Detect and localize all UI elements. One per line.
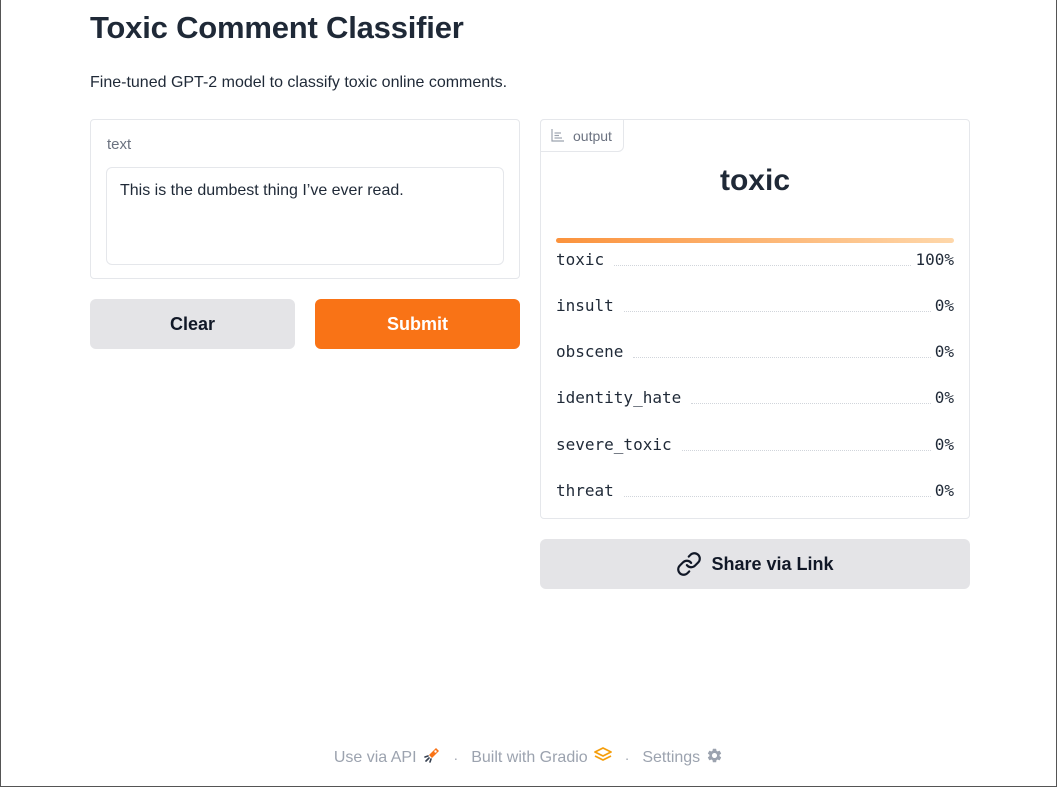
settings-label: Settings bbox=[642, 748, 701, 766]
built-with-gradio-label: Built with Gradio bbox=[471, 748, 588, 766]
confidence-row[interactable]: insult 0% bbox=[556, 293, 954, 317]
footer: Use via API · Built with Gradio · Settin… bbox=[0, 746, 1057, 769]
footer-separator: · bbox=[624, 749, 630, 766]
dotted-leader bbox=[633, 356, 931, 358]
dotted-leader bbox=[623, 310, 931, 312]
settings-link[interactable]: Settings bbox=[642, 747, 723, 769]
confidence-value: 100% bbox=[915, 249, 954, 269]
predicted-label: toxic bbox=[719, 164, 791, 197]
submit-button[interactable]: Submit bbox=[315, 299, 520, 349]
confidence-row[interactable]: identity_hate 0% bbox=[556, 385, 954, 409]
confidence-label: severe_toxic bbox=[556, 434, 672, 454]
dotted-leader bbox=[681, 449, 931, 451]
built-with-gradio-link[interactable]: Built with Gradio bbox=[471, 747, 612, 768]
confidence-label: insult bbox=[556, 295, 614, 315]
confidence-value: 0% bbox=[934, 480, 954, 500]
use-via-api-link[interactable]: Use via API bbox=[334, 746, 441, 769]
output-tag-label: output bbox=[573, 127, 612, 144]
text-input-label: text bbox=[107, 136, 132, 153]
page-title: Toxic Comment Classifier bbox=[90, 10, 464, 45]
dotted-leader bbox=[614, 264, 912, 266]
page-description: Fine-tuned GPT-2 model to classify toxic… bbox=[90, 74, 508, 91]
gear-icon bbox=[706, 747, 723, 769]
bar-chart-icon bbox=[551, 129, 564, 142]
confidence-row[interactable]: toxic 100% bbox=[556, 247, 954, 271]
confidence-label: obscene bbox=[556, 341, 624, 361]
share-button-label: Share via Link bbox=[711, 553, 834, 574]
confidence-label: identity_hate bbox=[556, 387, 682, 407]
text-input-panel: text This is the dumbest thing I’ve ever… bbox=[90, 119, 520, 279]
rocket-icon bbox=[423, 746, 441, 769]
confidence-value: 0% bbox=[934, 387, 954, 407]
confidence-value: 0% bbox=[934, 341, 954, 361]
dotted-leader bbox=[691, 402, 931, 404]
confidence-row[interactable]: severe_toxic 0% bbox=[556, 432, 954, 456]
text-input[interactable]: This is the dumbest thing I’ve ever read… bbox=[106, 167, 504, 265]
confidence-value: 0% bbox=[934, 295, 954, 315]
output-panel: output toxic toxic 100% insult 0% obscen… bbox=[540, 119, 970, 519]
confidence-value: 0% bbox=[934, 434, 954, 454]
output-tag: output bbox=[540, 119, 624, 152]
use-via-api-label: Use via API bbox=[333, 748, 417, 766]
confidence-row[interactable]: threat 0% bbox=[556, 478, 954, 502]
share-via-link-button[interactable]: Share via Link bbox=[540, 539, 970, 589]
confidence-label: threat bbox=[556, 480, 614, 500]
dotted-leader bbox=[623, 495, 931, 497]
footer-separator: · bbox=[453, 749, 459, 766]
gradio-logo-icon bbox=[593, 747, 612, 768]
link-icon bbox=[676, 551, 702, 577]
confidence-row[interactable]: obscene 0% bbox=[556, 339, 954, 363]
confidence-bar bbox=[556, 238, 954, 243]
clear-button[interactable]: Clear bbox=[90, 299, 295, 349]
confidence-label: toxic bbox=[556, 249, 605, 269]
